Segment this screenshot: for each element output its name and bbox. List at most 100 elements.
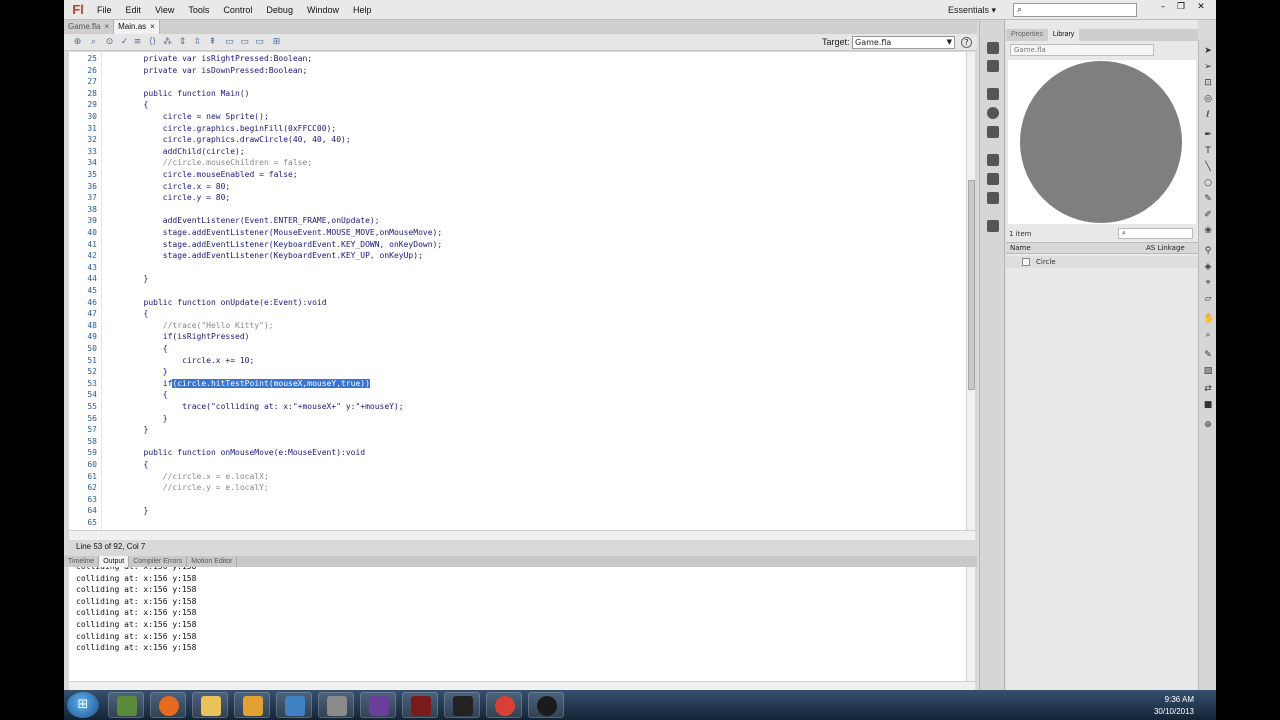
tab-timeline[interactable]: Timeline [64,556,100,567]
swap-colors-icon[interactable]: ⇄ [1203,384,1213,394]
taskbar-app-monitor[interactable] [108,692,144,718]
check-syntax-icon[interactable]: ✓ [119,37,130,48]
output-scrollbar[interactable] [966,567,975,681]
code-line[interactable]: //circle.mouseChildren = false; [105,157,312,169]
library-document-select[interactable]: Game.fla [1010,44,1154,56]
code-line[interactable]: if(isRightPressed) [105,331,250,343]
code-line[interactable]: private var isRightPressed:Boolean; [105,53,313,65]
menu-help[interactable]: Help [346,0,379,20]
tab-main-as[interactable]: Main.as × [114,20,160,34]
tab-motion-editor[interactable]: Motion Editor [187,556,238,567]
free-transform-icon[interactable]: ⊡ [1203,78,1213,88]
debug-options-icon[interactable]: ⁂ [162,37,173,48]
code-line[interactable]: circle.y = 80; [105,192,230,204]
oval-tool-icon[interactable]: ○ [1203,178,1213,188]
code-line[interactable]: { [105,99,149,111]
code-line[interactable]: circle.mouseEnabled = false; [105,169,298,181]
code-line[interactable]: circle.x = 80; [105,181,230,193]
zoom-tool-icon[interactable]: ⌕ [1203,330,1213,340]
tab-properties[interactable]: Properties [1006,29,1048,41]
auto-format-icon[interactable]: ≡ [132,37,143,48]
expand-all-icon[interactable]: ⇞ [207,37,218,48]
close-button[interactable]: ✕ [1192,1,1210,14]
subselection-tool-icon[interactable]: ➢ [1203,62,1213,72]
hand-tool-icon[interactable]: ✋ [1203,314,1214,324]
menu-file[interactable]: File [90,0,119,20]
comment-line-icon[interactable]: ▭ [239,37,250,48]
code-line[interactable]: } [105,424,149,436]
taskbar-app-visual-studio[interactable] [360,692,396,718]
clock-time[interactable]: 9:36 AM [1165,695,1194,704]
code-line[interactable]: { [105,459,149,471]
deco-tool-icon[interactable]: ❀ [1203,226,1213,236]
code-line[interactable]: addEventListener(Event.ENTER_FRAME,onUpd… [105,215,380,227]
menu-edit[interactable]: Edit [119,0,149,20]
output-horizontal-scrollbar[interactable] [69,681,975,690]
code-line[interactable]: { [105,389,168,401]
code-line[interactable]: if(circle.hitTestPoint(mouseX,mouseY,tru… [105,378,370,390]
restore-button[interactable]: ❐ [1172,1,1190,14]
taskbar-app-lync[interactable] [276,692,312,718]
output-panel[interactable]: colliding at: x:156 y:158 colliding at: x… [69,567,967,681]
workspace-switcher[interactable]: Essentials ▾ [948,0,996,20]
taskbar-app-obs[interactable] [528,692,564,718]
library-item[interactable]: Circle [1006,256,1198,268]
snap-icon[interactable]: ⊕ [1203,420,1213,430]
code-line[interactable]: { [105,343,168,355]
scroll-thumb[interactable] [968,180,975,390]
bone-tool-icon[interactable]: ⚲ [1203,246,1213,256]
tab-library[interactable]: Library [1047,29,1080,41]
transform-icon[interactable] [987,126,999,138]
menu-tools[interactable]: Tools [181,0,216,20]
tab-output[interactable]: Output [99,556,130,567]
name-column-header[interactable]: Name [1010,243,1031,254]
eyedropper-icon[interactable]: ⌖ [1203,278,1213,288]
close-tab-icon[interactable]: × [104,20,109,34]
code-line[interactable]: //trace("Hello Kitty"); [105,320,274,332]
stroke-color-icon[interactable]: ✎ [1203,350,1213,360]
components-icon[interactable] [987,154,999,166]
library-search-input[interactable]: ⌕ [1118,228,1193,239]
history-icon[interactable] [987,220,999,232]
help-icon[interactable]: ? [961,37,972,48]
pen-tool-icon[interactable]: ✒ [1203,130,1213,140]
eraser-tool-icon[interactable]: ▱ [1203,294,1213,304]
align-icon[interactable] [987,88,999,100]
help-search-input[interactable]: ⌕ [1013,3,1137,17]
brush-tool-icon[interactable]: ✐ [1203,210,1213,220]
tab-game-fla[interactable]: Game.fla × [64,20,115,34]
taskbar-app-explorer[interactable] [192,692,228,718]
code-line[interactable]: circle.graphics.beginFill(0xFFCC00); [105,123,336,135]
linkage-column-header[interactable]: AS Linkage [1146,243,1185,254]
close-tab-icon[interactable]: × [150,20,155,34]
selection-tool-icon[interactable]: ➤ [1203,46,1213,56]
comment-block-icon[interactable]: ▭ [224,37,235,48]
taskbar-app-chrome[interactable] [486,692,522,718]
code-line[interactable]: } [105,413,168,425]
swatches-icon[interactable] [987,60,999,72]
taskbar-app-flashbuilder[interactable] [444,692,480,718]
code-line[interactable]: public function onMouseMove(e:MouseEvent… [105,447,366,459]
code-hint-icon[interactable]: ⟨⟩ [147,37,158,48]
pencil-tool-icon[interactable]: ✎ [1203,194,1213,204]
code-line[interactable]: public function onUpdate(e:Event):void [105,297,327,309]
black-white-icon[interactable]: ■ [1203,400,1213,410]
code-line[interactable]: } [105,366,168,378]
code-line[interactable]: //circle.y = e.localY; [105,482,269,494]
add-statement-icon[interactable]: ⊕ [72,37,83,48]
3d-rotation-icon[interactable]: ◎ [1203,94,1213,104]
collapse-selection-icon[interactable]: ⇳ [192,37,203,48]
find-icon[interactable]: ⌕ [88,37,99,48]
code-line[interactable]: stage.addEventListener(MouseEvent.MOUSE_… [105,227,442,239]
paint-bucket-icon[interactable]: ◈ [1203,262,1213,272]
snippets-icon[interactable]: ⊞ [271,37,282,48]
uncomment-icon[interactable]: ▭ [254,37,265,48]
code-line[interactable]: { [105,308,149,320]
code-line[interactable]: stage.addEventListener(KeyboardEvent.KEY… [105,239,442,251]
code-line[interactable]: circle.x += 10; [105,355,254,367]
start-button[interactable]: ⊞ [67,692,99,718]
editor-horizontal-scrollbar[interactable] [69,530,975,540]
taskbar-app-outlook[interactable] [234,692,270,718]
taskbar-app-tools[interactable] [318,692,354,718]
target-select[interactable]: Game.fla ▼ [852,36,955,49]
